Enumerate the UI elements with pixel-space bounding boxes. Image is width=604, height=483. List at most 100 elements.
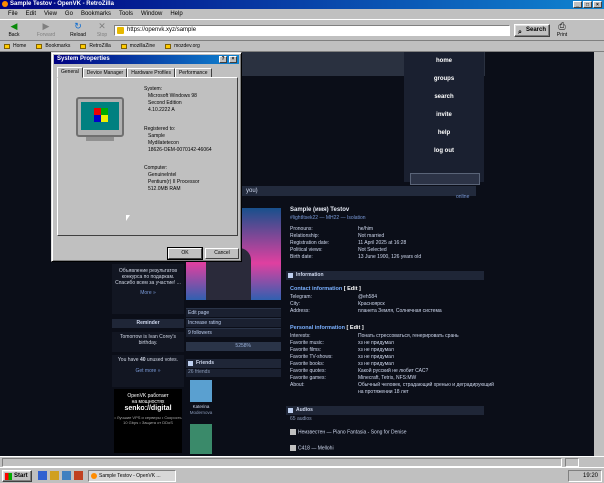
site-search-input[interactable] [410, 173, 480, 185]
audios-count[interactable]: 65 audios [290, 416, 312, 422]
nav-groups[interactable]: groups [404, 70, 484, 88]
clock[interactable]: 19:20 [583, 473, 598, 479]
online-status: online [456, 194, 470, 200]
nav-logout[interactable]: log out [404, 142, 484, 160]
contact-edit-link[interactable]: [ Edit ] [344, 286, 361, 292]
sponsor-banner[interactable]: OpenVK работает на мощностях senko://digit… [114, 389, 182, 453]
system-line: 4.10.2222 A [148, 107, 175, 113]
menu-window[interactable]: Window [141, 9, 162, 19]
registered-line: Mydilatetecon [148, 140, 179, 146]
page-scrollbar[interactable] [594, 52, 604, 456]
nav-invite[interactable]: invite [404, 106, 484, 124]
bookmark-icon [36, 44, 43, 49]
friend-avatar-2[interactable] [190, 424, 212, 454]
profile-name: Sample (имя) Testov [290, 207, 350, 213]
more-link[interactable]: More » [115, 290, 181, 296]
followers-link[interactable]: 9 followers [186, 328, 281, 337]
bookmark-retrozilla[interactable]: RetroZilla [80, 41, 111, 51]
maximize-button[interactable]: □ [583, 1, 592, 8]
nav-help[interactable]: help [404, 124, 484, 142]
start-button[interactable]: Start [2, 470, 32, 482]
system-tray: 19:20 [568, 470, 602, 482]
task-button-browser[interactable]: Sample Testov - OpenVK ... [88, 470, 176, 482]
window-titlebar: Sample Testov - OpenVK - RetroZilla _ □ … [0, 0, 604, 9]
reload-icon: ↻ [74, 21, 82, 31]
forward-arrow-icon: ▶ [42, 21, 50, 31]
minimize-button[interactable]: _ [573, 1, 582, 8]
site-icon [117, 27, 124, 34]
edit-page-button[interactable]: Edit page [186, 308, 281, 317]
nav-search[interactable]: search [404, 88, 484, 106]
printer-icon: ⎙ [558, 21, 566, 31]
friend-avatar[interactable] [190, 380, 212, 402]
search-icon: ⌕ [518, 29, 522, 36]
nav-home[interactable]: home [404, 52, 484, 70]
menu-view[interactable]: View [44, 9, 57, 19]
contact-info-title: Contact information [ Edit ] [290, 286, 361, 292]
stop-button[interactable]: ✕ Stop [92, 22, 112, 39]
info-icon [288, 273, 293, 278]
menu-edit[interactable]: Edit [26, 9, 36, 19]
announcement-box: Объявление результатов конкурса по подар… [112, 264, 184, 314]
menu-tools[interactable]: Tools [119, 9, 133, 19]
system-line: Microsoft Windows 98 [148, 93, 197, 99]
quicklaunch-channels-icon[interactable] [74, 471, 83, 480]
quicklaunch-ie-icon[interactable] [38, 471, 47, 480]
back-arrow-icon: ◀ [10, 21, 18, 31]
back-button[interactable]: ◀ Back [4, 21, 24, 39]
bookmarks-toolbar: Home Bookmarks RetroZilla mozillaZine mo… [0, 41, 604, 52]
get-more-link[interactable]: Get more » [116, 368, 180, 374]
menu-help[interactable]: Help [170, 9, 182, 19]
audio-item[interactable]: C418 — Mellohi [290, 445, 334, 451]
personal-edit-link[interactable]: [ Edit ] [347, 325, 364, 331]
computer-icon [76, 97, 124, 137]
reload-button[interactable]: ↻ Reload [68, 21, 88, 39]
registered-line: 18626-OEM-0070142-46064 [148, 147, 212, 153]
audio-icon [288, 408, 293, 413]
bookmark-home[interactable]: Home [4, 41, 26, 51]
site-nav: home groups search invite help log out [404, 52, 484, 182]
forward-button[interactable]: ▶ Forward [36, 21, 56, 39]
increase-rating-button[interactable]: Increase rating [186, 318, 281, 327]
dialog-title: System Properties [57, 56, 110, 62]
close-button[interactable]: × [593, 1, 602, 8]
computer-line: 512.0MB RAM [148, 186, 181, 192]
registered-line: Sample [148, 133, 165, 139]
reminder-header: Reminder [112, 319, 184, 328]
url-input[interactable]: https://openvk.xyz/sample [114, 25, 510, 36]
computer-label: Computer: [144, 165, 168, 171]
audios-header: Audios [286, 406, 484, 415]
tab-general[interactable]: General [57, 67, 83, 78]
friend-name[interactable]: Katerina [186, 404, 216, 409]
votes-box: You have 40 unused votes. Get more » [112, 355, 184, 387]
monitor-base [86, 137, 114, 141]
bookmark-mozdev[interactable]: mozdev.org [165, 41, 200, 51]
bookmark-bookmarks[interactable]: Bookmarks [36, 41, 70, 51]
friend-subname: Modernova [189, 410, 213, 415]
dialog-close-button[interactable]: × [229, 56, 237, 63]
retrozilla-icon [2, 1, 8, 7]
dialog-titlebar: System Properties ? × [54, 55, 239, 64]
profile-status: #lightItsek22 — MH22 — Isolation [290, 215, 366, 221]
print-button[interactable]: ⎙ Print [552, 21, 572, 39]
quicklaunch-outlook-icon[interactable] [50, 471, 59, 480]
search-button[interactable]: ⌕ Search [514, 24, 550, 37]
play-icon[interactable] [290, 429, 296, 435]
rating-bar: 5258% [186, 342, 281, 351]
audio-item[interactable]: Неизвестен — Piano Fantasia - Song for D… [290, 429, 407, 435]
friends-count[interactable]: 26 friends [186, 369, 281, 377]
quicklaunch-desktop-icon[interactable] [62, 471, 71, 480]
system-label: System: [144, 86, 163, 92]
registered-label: Registered to: [144, 126, 176, 132]
security-lock-icon[interactable] [565, 458, 579, 467]
retrozilla-icon [91, 473, 97, 479]
bookmark-mozillazine[interactable]: mozillaZine [120, 41, 155, 51]
menu-go[interactable]: Go [65, 9, 73, 19]
bookmark-icon [120, 44, 127, 49]
play-icon[interactable] [290, 445, 296, 451]
menu-bookmarks[interactable]: Bookmarks [81, 9, 111, 19]
dialog-help-button[interactable]: ? [219, 56, 227, 63]
ok-button[interactable]: OK [167, 247, 203, 260]
menu-file[interactable]: File [8, 9, 18, 19]
cancel-button[interactable]: Cancel [205, 248, 239, 259]
